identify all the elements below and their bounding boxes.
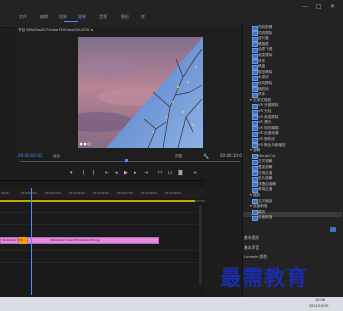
essential-graphics-panel[interactable]: 基本图形: [244, 235, 259, 241]
effect-item[interactable]: VR 随机块: [258, 137, 275, 142]
extract-icon[interactable]: ⊔: [168, 170, 172, 176]
go-to-in-icon[interactable]: ⇤: [105, 170, 109, 176]
effect-item[interactable]: MorphCut: [258, 154, 276, 158]
ruler-label: 00:00:03:00: [21, 192, 37, 195]
effect-item[interactable]: 百叶窗: [258, 36, 269, 41]
effect-folder[interactable]: ▾ 缩放: [250, 193, 260, 198]
effect-item[interactable]: 水波块: [258, 75, 269, 80]
effect-item[interactable]: 径向擦除: [258, 81, 272, 86]
workspace-tab[interactable]: 库: [141, 14, 145, 20]
effect-item[interactable]: 黑场过渡: [258, 187, 272, 192]
effect-item[interactable]: VR 色度泄漏: [258, 131, 278, 136]
effect-item[interactable]: 同向剪辑: [258, 25, 272, 30]
effect-item[interactable]: 风车: [258, 59, 265, 64]
folder-label: 沉浸式视频: [252, 97, 271, 102]
marker-icon[interactable]: ▾: [70, 170, 73, 176]
transport-controls: ▾ { } ⇤ ◂ ▶ ▸ ⇥ ⊓ ⊔ ◙ +: [65, 170, 205, 178]
step-back-icon[interactable]: ◂: [115, 170, 118, 176]
ruler-label: 00:00:07:00: [117, 192, 133, 195]
effect-folder[interactable]: ▾ 溶解: [250, 148, 260, 153]
quality-dropdown[interactable]: 完整: [175, 154, 182, 159]
maximize-button[interactable]: □: [316, 3, 322, 10]
lumetri-color-panel[interactable]: Lumetri 颜色: [244, 254, 267, 260]
taskbar: [0, 297, 343, 311]
effect-item[interactable]: 油漆飞溅: [258, 47, 272, 52]
effect-folder[interactable]: ▾ 页面剥落: [250, 204, 267, 209]
effect-item[interactable]: 白场过渡: [258, 171, 272, 176]
workspace-tab[interactable]: 编辑: [40, 14, 48, 20]
play-icon[interactable]: ▶: [124, 170, 128, 176]
effect-item[interactable]: 交叉缩放: [258, 199, 272, 204]
export-frame-icon[interactable]: ◙: [178, 170, 183, 176]
ruler-label: 00:00:08:00: [141, 192, 157, 195]
transition-marker[interactable]: fx: [19, 237, 27, 244]
add-button-icon[interactable]: +: [193, 170, 197, 176]
effect-item[interactable]: 棋盘: [258, 64, 265, 69]
effect-item[interactable]: 胶片溶解: [258, 176, 272, 181]
video-preview: [78, 37, 203, 148]
minimize-button[interactable]: —: [302, 3, 308, 10]
in-point-icon[interactable]: {: [82, 170, 85, 176]
monitor-playhead[interactable]: [125, 159, 128, 162]
fx-badge-label: fx: [20, 238, 23, 242]
step-forward-icon[interactable]: ▸: [134, 170, 137, 176]
effect-item[interactable]: VR 漏光: [258, 120, 271, 125]
effect-item[interactable]: 渐变擦除: [258, 53, 272, 58]
effect-item[interactable]: 风车: [258, 92, 265, 97]
ruler-label: 00:00:05:00: [69, 192, 85, 195]
close-button[interactable]: ✕: [330, 3, 335, 10]
folder-label: 缩放: [252, 193, 261, 197]
effect-item[interactable]: VR 光圈擦除: [258, 103, 278, 108]
effect-item[interactable]: VR 渐变擦除: [258, 115, 278, 120]
go-to-out-icon[interactable]: ⇥: [144, 170, 148, 176]
taskbar-date: 2021/10/15: [309, 304, 329, 308]
workspace-tab[interactable]: 音频: [99, 14, 107, 20]
program-monitor-tab[interactable]: 节目 IMAG0wZU7iXuke7EXVIwxCW-IZ09 ≡: [18, 28, 93, 33]
effect-item[interactable]: 页面剥落: [258, 215, 272, 220]
lift-icon[interactable]: ⊓: [158, 170, 162, 176]
preview-frame-image: [78, 37, 203, 148]
taskbar-time: 10:08: [315, 298, 325, 302]
workspace-tab[interactable]: 效果: [78, 14, 86, 20]
work-area-range[interactable]: [0, 200, 195, 202]
out-point-icon[interactable]: }: [92, 170, 95, 176]
watermark-text: 最需教育: [220, 266, 308, 290]
duration-timecode: 00:00:10:00: [220, 153, 245, 158]
current-timecode[interactable]: 00:00:02:01: [18, 153, 42, 158]
effect-item[interactable]: VR 默比乌斯缩放: [258, 143, 286, 148]
effect-item[interactable]: 随机块: [258, 87, 269, 92]
folder-label: 溶解: [252, 148, 261, 153]
workspace-tab[interactable]: 组装: [59, 14, 67, 20]
ruler-label: 00:00:04:00: [45, 192, 61, 195]
ruler-label: 00:00:06:00: [93, 192, 109, 195]
ruler-label: 00:00: [1, 192, 9, 195]
ruler-label: 00:00:09:00: [165, 192, 181, 195]
effect-item[interactable]: 同向擦除: [258, 31, 272, 36]
workspace-tab[interactable]: 文件: [19, 14, 27, 20]
effect-item[interactable]: VR 光线: [258, 109, 271, 114]
effect-item[interactable]: 叠加溶解: [258, 165, 272, 170]
wrench-icon[interactable]: 🔧: [203, 154, 209, 160]
timeline-clip[interactable]: IMAG0wZU7iXuke7EXVIwxCW-IZ09.jpg: [27, 237, 159, 244]
workspace-tab[interactable]: 图形: [121, 14, 129, 20]
essential-sound-panel[interactable]: 基本声音: [244, 245, 259, 251]
timeline-playhead[interactable]: [31, 188, 32, 295]
clip-label: IMAG0wZU7iXuke7EXVIwxCW-IZ09.jpg: [50, 239, 101, 242]
fit-dropdown[interactable]: 适合: [53, 154, 60, 159]
active-tab-indicator: [64, 21, 78, 22]
effect-item[interactable]: 交叉溶解: [258, 159, 272, 164]
folder-label: 页面剥落: [252, 204, 268, 209]
monitor-scrubber[interactable]: [20, 161, 240, 162]
timeline-clip[interactable]: IMAG0wZU7iXuke7EXVIwxCW-IZ09.jpg: [0, 237, 52, 244]
timeline-scrollbar[interactable]: [199, 205, 202, 285]
new-bin-icon[interactable]: [330, 227, 336, 232]
